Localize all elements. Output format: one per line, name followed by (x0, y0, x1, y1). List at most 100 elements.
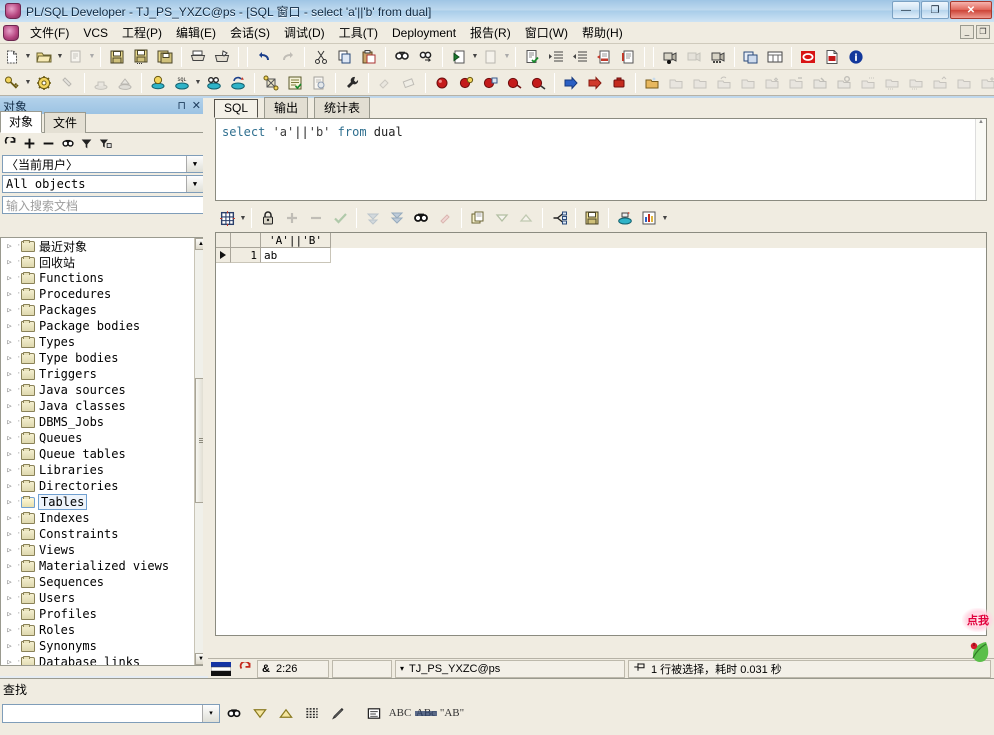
breakpoint-toggle-icon[interactable] (479, 72, 501, 94)
object-search-input[interactable]: 输入搜索文档 (2, 196, 204, 214)
expand-triangle-icon[interactable]: ▷ (5, 306, 14, 315)
tree-item[interactable]: ▷ · Sequences (1, 574, 206, 590)
cell-value[interactable]: ab (261, 248, 331, 263)
breakpoint-icon[interactable] (431, 72, 453, 94)
lock-icon[interactable] (257, 207, 279, 229)
menu-file[interactable]: 文件(F) (23, 22, 76, 43)
close-button[interactable]: ✕ (950, 1, 992, 19)
tree-item[interactable]: ▷ · Profiles (1, 606, 206, 622)
copy-icon[interactable] (334, 46, 356, 68)
last-page-icon[interactable] (386, 207, 408, 229)
expand-triangle-icon[interactable]: ▷ (5, 354, 14, 363)
folder-sync-icon[interactable] (953, 72, 975, 94)
tree-item[interactable]: ▷ · Synonyms (1, 638, 206, 654)
breakpoint-clear-icon[interactable] (527, 72, 549, 94)
tree-item[interactable]: ▷ · 回收站 (1, 254, 206, 270)
folder-down-icon[interactable] (881, 72, 903, 94)
folder-search-icon[interactable] (833, 72, 855, 94)
expand-triangle-icon[interactable]: ▷ (5, 578, 14, 587)
new-document-dropdown-caret[interactable]: ▼ (24, 46, 32, 68)
export-icon[interactable] (114, 72, 136, 94)
rollback-session-icon[interactable] (227, 72, 249, 94)
breakpoint-add-icon[interactable] (455, 72, 477, 94)
gear-icon[interactable] (33, 72, 55, 94)
menu-session[interactable]: 会话(S) (223, 22, 277, 43)
tree-item[interactable]: ▷ · Indexes (1, 510, 206, 526)
folder-diff-icon[interactable] (761, 72, 783, 94)
explain-plan-icon[interactable] (260, 72, 282, 94)
folder-new-icon[interactable] (641, 72, 663, 94)
scroll-up-icon[interactable]: ▲ (976, 119, 986, 125)
expand-triangle-icon[interactable]: ▷ (5, 290, 14, 299)
find-next-icon[interactable] (415, 46, 437, 68)
commit-check-icon[interactable] (329, 207, 351, 229)
minimize-button[interactable]: — (892, 1, 920, 19)
expand-triangle-icon[interactable]: ▷ (5, 402, 14, 411)
go-back-icon[interactable] (448, 46, 470, 68)
tree-item[interactable]: ▷ · Database links (1, 654, 206, 665)
step-over-icon[interactable] (584, 72, 606, 94)
expand-triangle-icon[interactable]: ▷ (5, 370, 14, 379)
test-window-icon[interactable] (203, 72, 225, 94)
expand-triangle-icon[interactable]: ▷ (5, 594, 14, 603)
expand-triangle-icon[interactable]: ▷ (5, 610, 14, 619)
tab-files[interactable]: 文件 (44, 112, 87, 133)
tree-item[interactable]: ▷ · Java classes (1, 398, 206, 414)
expand-triangle-icon[interactable]: ▷ (5, 642, 14, 651)
remove-icon[interactable] (40, 135, 57, 152)
filter-lock-icon[interactable] (97, 135, 114, 152)
new-document-icon[interactable] (1, 46, 23, 68)
tab-statistics[interactable]: 统计表 (314, 97, 371, 118)
delete-row-icon[interactable] (305, 207, 327, 229)
next-page-icon[interactable] (362, 207, 384, 229)
find-icon[interactable] (59, 135, 76, 152)
folder-minus-icon[interactable] (785, 72, 807, 94)
tree-item[interactable]: ▷ · Views (1, 542, 206, 558)
check-syntax-icon[interactable] (521, 46, 543, 68)
outdent-icon[interactable] (569, 46, 591, 68)
result-grid[interactable]: 'A'||'B' 1 ab (215, 232, 987, 636)
new-session-icon[interactable] (147, 72, 169, 94)
copy-data-icon[interactable] (467, 207, 489, 229)
menu-report[interactable]: 报告(R) (463, 22, 518, 43)
sort-asc-icon[interactable] (515, 207, 537, 229)
folder-plus-icon[interactable] (977, 72, 994, 94)
folder-step-icon[interactable] (665, 72, 687, 94)
grid-column-header[interactable]: 'A'||'B' (261, 233, 331, 248)
expand-triangle-icon[interactable]: ▷ (5, 386, 14, 395)
import-icon[interactable] (90, 72, 112, 94)
oracle-icon[interactable] (797, 46, 819, 68)
pin-icon[interactable] (57, 72, 79, 94)
match-case-icon[interactable]: ABC (388, 702, 412, 724)
chevron-down-icon[interactable]: ▾ (202, 704, 219, 722)
report-icon[interactable] (308, 72, 330, 94)
sql-editor[interactable]: select 'a'||'b' from dual ▲ (215, 118, 987, 201)
find-up-icon[interactable] (274, 702, 298, 724)
grid-layout-icon[interactable] (216, 207, 238, 229)
expand-triangle-icon[interactable]: ▷ (5, 498, 14, 507)
window-list-icon[interactable] (764, 46, 786, 68)
key-icon[interactable] (1, 72, 23, 94)
menu-tools[interactable]: 工具(T) (332, 22, 385, 43)
tree-item[interactable]: ▷ · Java sources (1, 382, 206, 398)
tree-item[interactable]: ▷ · Tables (1, 494, 206, 510)
table-row[interactable]: 1 ab (216, 248, 986, 263)
expand-triangle-icon[interactable]: ▷ (5, 258, 14, 267)
tab-objects[interactable]: 对象 (0, 111, 43, 133)
folder-dots-icon[interactable] (857, 72, 879, 94)
save-all-icon[interactable] (130, 46, 152, 68)
expand-triangle-icon[interactable]: ▷ (5, 482, 14, 491)
expand-triangle-icon[interactable]: ▷ (5, 658, 14, 665)
expand-triangle-icon[interactable]: ▷ (5, 530, 14, 539)
tree-item[interactable]: ▷ · Directories (1, 478, 206, 494)
sql-editor-scrollbar[interactable]: ▲ (975, 119, 986, 200)
go-forward-icon[interactable] (480, 46, 502, 68)
undo-icon[interactable] (253, 46, 275, 68)
expand-triangle-icon[interactable]: ▷ (5, 546, 14, 555)
tree-item[interactable]: ▷ · Triggers (1, 366, 206, 382)
print-preview-dropdown-caret[interactable]: ▼ (88, 46, 96, 68)
mdi-restore-button[interactable]: ❐ (976, 25, 990, 39)
highlight-icon[interactable] (434, 207, 456, 229)
menu-deployment[interactable]: Deployment (385, 24, 463, 42)
tree-item[interactable]: ▷ · Procedures (1, 286, 206, 302)
